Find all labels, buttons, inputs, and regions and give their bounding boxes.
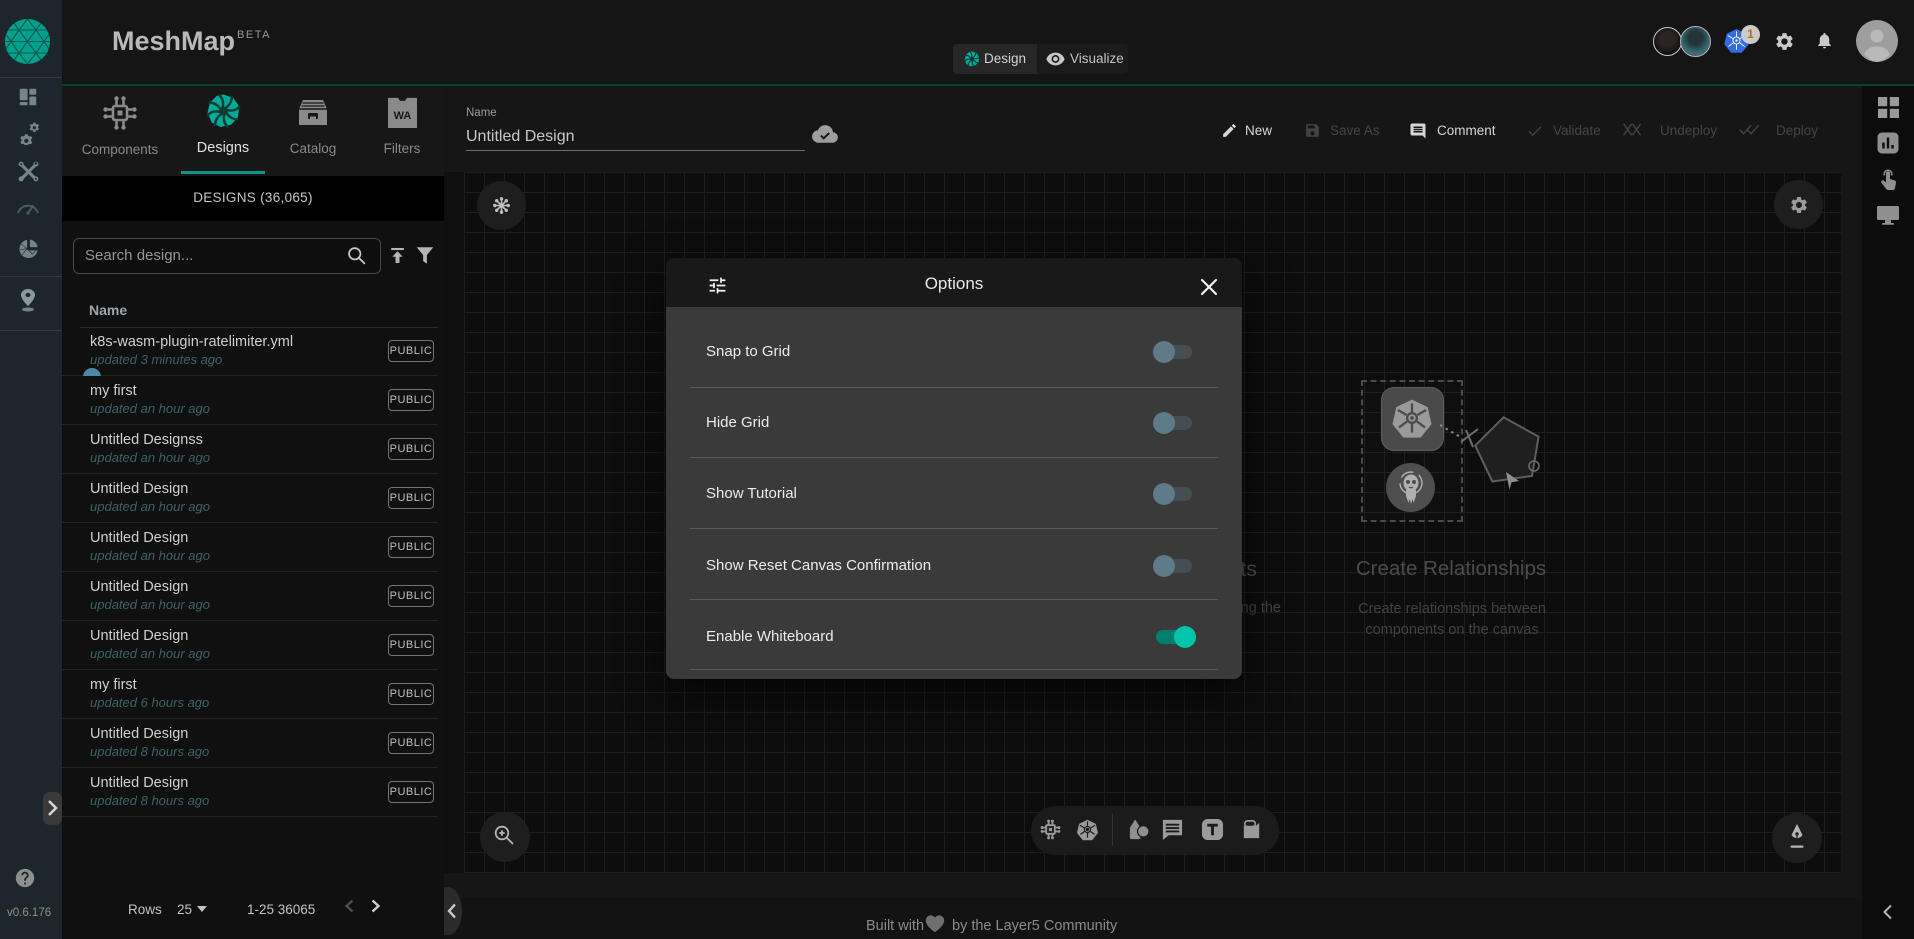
svg-text:WA: WA	[394, 110, 412, 122]
